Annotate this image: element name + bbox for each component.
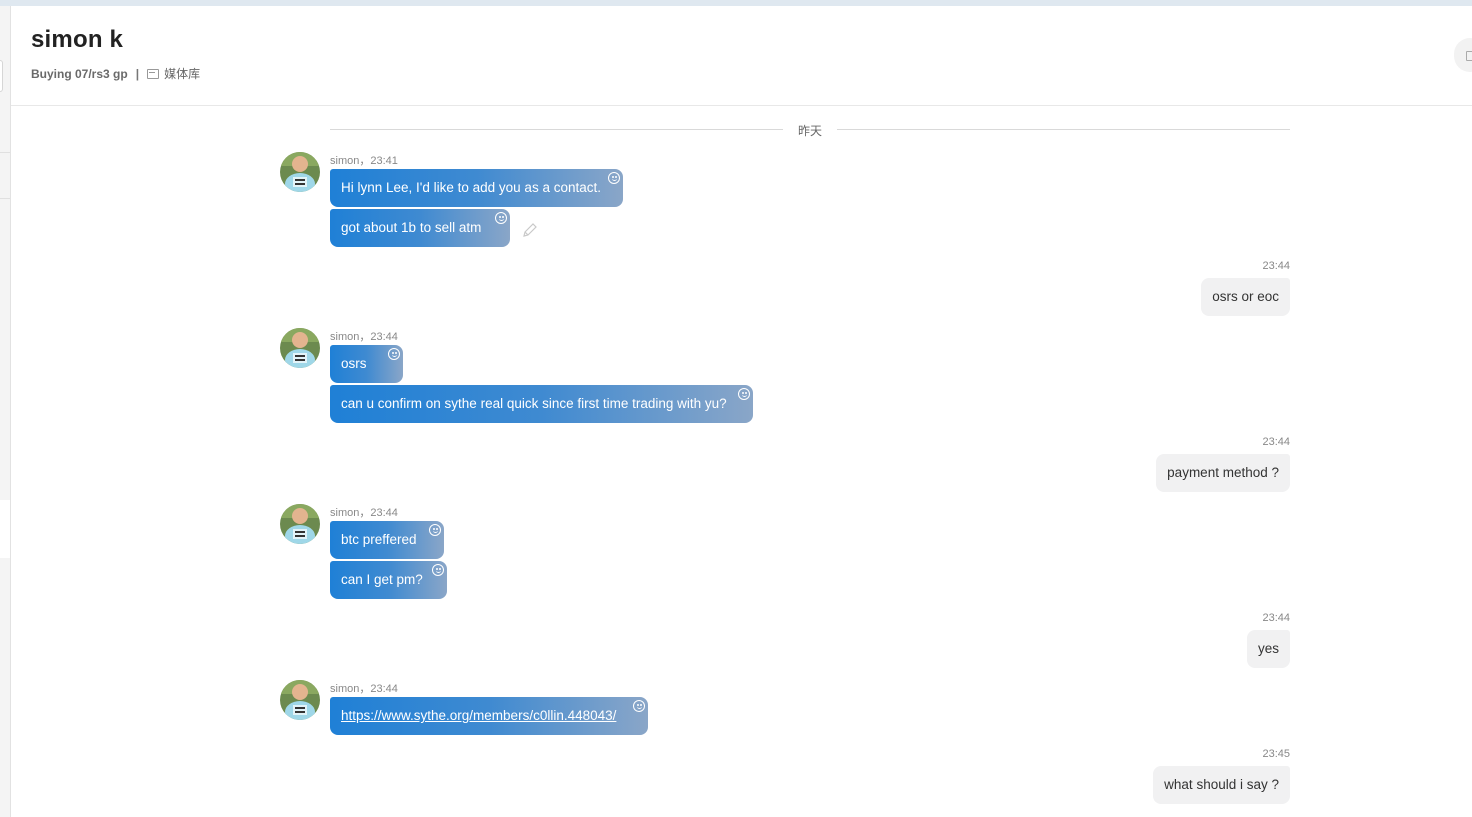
outgoing-message: 23:45 what should i say ? xyxy=(1153,748,1290,804)
message-meta: simon，23:44 xyxy=(330,683,398,695)
chat-description: Buying 07/rs3 gp xyxy=(31,66,128,81)
message-bubble[interactable]: got about 1b to sell atm xyxy=(330,209,510,247)
message-time: 23:44 xyxy=(1262,436,1290,448)
outgoing-bubble[interactable]: what should i say ? xyxy=(1153,766,1290,804)
emoji-icon[interactable] xyxy=(738,388,750,400)
media-library-link[interactable]: 媒体库 xyxy=(147,65,200,82)
message-text: can I get pm? xyxy=(341,572,423,587)
header-action-button[interactable] xyxy=(1454,38,1472,72)
chat-subtitle: Buying 07/rs3 gp | 媒体库 xyxy=(31,65,200,82)
window-icon xyxy=(1466,51,1472,61)
avatar[interactable] xyxy=(280,504,320,544)
day-divider-label: 昨天 xyxy=(797,124,822,138)
message-time: 23:44 xyxy=(1262,260,1290,272)
message-bubble[interactable]: https://www.sythe.org/members/c0llin.448… xyxy=(330,697,648,735)
avatar[interactable] xyxy=(280,328,320,368)
emoji-icon[interactable] xyxy=(429,524,441,536)
chat-header: simon k Buying 07/rs3 gp | 媒体库 xyxy=(11,6,1472,106)
emoji-icon[interactable] xyxy=(495,212,507,224)
outgoing-bubble[interactable]: payment method ? xyxy=(1156,454,1290,492)
sidebar-selected-item[interactable] xyxy=(0,500,10,558)
message-bubble[interactable]: btc preffered xyxy=(330,521,444,559)
avatar[interactable] xyxy=(280,152,320,192)
message-meta: simon，23:44 xyxy=(330,507,398,519)
message-bubble[interactable]: Hi lynn Lee, I'd like to add you as a co… xyxy=(330,169,623,207)
message-time: 23:44 xyxy=(1262,612,1290,624)
message-bubble[interactable]: can u confirm on sythe real quick since … xyxy=(330,385,753,423)
emoji-icon[interactable] xyxy=(608,172,620,184)
message-meta: simon，23:41 xyxy=(330,155,398,167)
emoji-icon[interactable] xyxy=(633,700,645,712)
divider xyxy=(0,198,10,199)
message-text: btc preffered xyxy=(341,532,417,547)
message-link[interactable]: https://www.sythe.org/members/c0llin.448… xyxy=(341,708,616,723)
left-sidebar-edge xyxy=(0,6,11,817)
divider xyxy=(0,152,10,153)
message-text: got about 1b to sell atm xyxy=(341,220,482,235)
day-divider: 昨天 xyxy=(330,121,1290,138)
message-meta: simon，23:44 xyxy=(330,331,398,343)
sidebar-collapse-handle[interactable] xyxy=(0,60,3,92)
outgoing-message: 23:44 payment method ? xyxy=(1156,436,1290,492)
media-library-label: 媒体库 xyxy=(164,67,201,81)
message-text: can u confirm on sythe real quick since … xyxy=(341,396,727,411)
emoji-icon[interactable] xyxy=(388,348,400,360)
edit-pencil-icon[interactable] xyxy=(521,221,539,239)
outgoing-message: 23:44 osrs or eoc xyxy=(1201,260,1290,316)
outgoing-bubble[interactable]: yes xyxy=(1246,630,1290,668)
avatar[interactable] xyxy=(280,680,320,720)
divider-line xyxy=(330,129,783,130)
message-text: osrs xyxy=(341,356,367,371)
message-text: Hi lynn Lee, I'd like to add you as a co… xyxy=(341,180,601,195)
chat-title[interactable]: simon k xyxy=(31,26,123,54)
separator: | xyxy=(135,66,140,81)
media-icon xyxy=(147,68,160,79)
outgoing-bubble[interactable]: osrs or eoc xyxy=(1201,278,1290,316)
message-bubble[interactable]: osrs xyxy=(330,345,403,383)
outgoing-message: 23:44 yes xyxy=(1246,612,1290,668)
message-bubble[interactable]: can I get pm? xyxy=(330,561,447,599)
message-time: 23:45 xyxy=(1262,748,1290,760)
divider-line xyxy=(837,129,1290,130)
emoji-icon[interactable] xyxy=(432,564,444,576)
